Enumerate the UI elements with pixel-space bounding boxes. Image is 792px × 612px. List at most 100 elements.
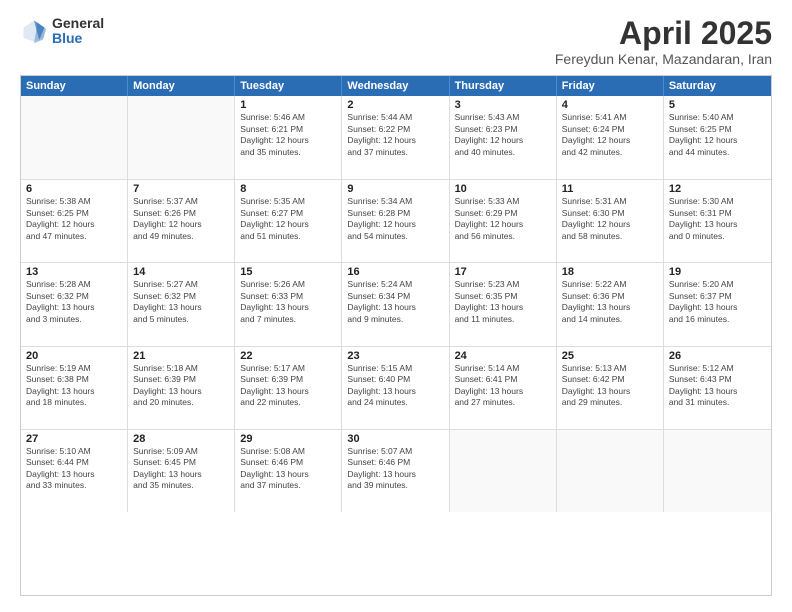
cell-info: Sunrise: 5:22 AM Sunset: 6:36 PM Dayligh… [562, 279, 658, 325]
header-day-monday: Monday [128, 76, 235, 96]
cell-info: Sunrise: 5:27 AM Sunset: 6:32 PM Dayligh… [133, 279, 229, 325]
cell-date: 5 [669, 99, 766, 111]
cell-date: 25 [562, 350, 658, 362]
cell-date: 16 [347, 266, 443, 278]
page: General Blue April 2025 Fereydun Kenar, … [0, 0, 792, 612]
title-block: April 2025 Fereydun Kenar, Mazandaran, I… [555, 16, 772, 67]
calendar-cell-16: 16Sunrise: 5:24 AM Sunset: 6:34 PM Dayli… [342, 263, 449, 345]
header-day-wednesday: Wednesday [342, 76, 449, 96]
calendar-cell-26: 26Sunrise: 5:12 AM Sunset: 6:43 PM Dayli… [664, 347, 771, 429]
header-day-friday: Friday [557, 76, 664, 96]
cell-date: 4 [562, 99, 658, 111]
cell-info: Sunrise: 5:40 AM Sunset: 6:25 PM Dayligh… [669, 112, 766, 158]
calendar-cell-17: 17Sunrise: 5:23 AM Sunset: 6:35 PM Dayli… [450, 263, 557, 345]
cell-info: Sunrise: 5:10 AM Sunset: 6:44 PM Dayligh… [26, 446, 122, 492]
calendar-cell-28: 28Sunrise: 5:09 AM Sunset: 6:45 PM Dayli… [128, 430, 235, 512]
cell-date: 19 [669, 266, 766, 278]
calendar-cell-9: 9Sunrise: 5:34 AM Sunset: 6:28 PM Daylig… [342, 180, 449, 262]
cell-date: 23 [347, 350, 443, 362]
cell-info: Sunrise: 5:23 AM Sunset: 6:35 PM Dayligh… [455, 279, 551, 325]
cell-date: 7 [133, 183, 229, 195]
calendar-cell-5: 5Sunrise: 5:40 AM Sunset: 6:25 PM Daylig… [664, 96, 771, 179]
calendar-cell-21: 21Sunrise: 5:18 AM Sunset: 6:39 PM Dayli… [128, 347, 235, 429]
cell-info: Sunrise: 5:15 AM Sunset: 6:40 PM Dayligh… [347, 363, 443, 409]
title-location: Fereydun Kenar, Mazandaran, Iran [555, 51, 772, 67]
calendar-cell-4: 4Sunrise: 5:41 AM Sunset: 6:24 PM Daylig… [557, 96, 664, 179]
cell-date: 24 [455, 350, 551, 362]
calendar-cell-14: 14Sunrise: 5:27 AM Sunset: 6:32 PM Dayli… [128, 263, 235, 345]
calendar-row: 20Sunrise: 5:19 AM Sunset: 6:38 PM Dayli… [21, 346, 771, 429]
cell-date: 10 [455, 183, 551, 195]
calendar-cell-7: 7Sunrise: 5:37 AM Sunset: 6:26 PM Daylig… [128, 180, 235, 262]
logo: General Blue [20, 16, 104, 47]
cell-info: Sunrise: 5:26 AM Sunset: 6:33 PM Dayligh… [240, 279, 336, 325]
calendar-cell-12: 12Sunrise: 5:30 AM Sunset: 6:31 PM Dayli… [664, 180, 771, 262]
calendar-cell-6: 6Sunrise: 5:38 AM Sunset: 6:25 PM Daylig… [21, 180, 128, 262]
cell-info: Sunrise: 5:28 AM Sunset: 6:32 PM Dayligh… [26, 279, 122, 325]
cell-info: Sunrise: 5:18 AM Sunset: 6:39 PM Dayligh… [133, 363, 229, 409]
cell-date: 27 [26, 433, 122, 445]
cell-info: Sunrise: 5:30 AM Sunset: 6:31 PM Dayligh… [669, 196, 766, 242]
calendar-cell-8: 8Sunrise: 5:35 AM Sunset: 6:27 PM Daylig… [235, 180, 342, 262]
calendar-cell-20: 20Sunrise: 5:19 AM Sunset: 6:38 PM Dayli… [21, 347, 128, 429]
cell-date: 14 [133, 266, 229, 278]
cell-info: Sunrise: 5:41 AM Sunset: 6:24 PM Dayligh… [562, 112, 658, 158]
header-day-thursday: Thursday [450, 76, 557, 96]
calendar-cell-27: 27Sunrise: 5:10 AM Sunset: 6:44 PM Dayli… [21, 430, 128, 512]
logo-blue: Blue [52, 31, 104, 46]
title-month: April 2025 [555, 16, 772, 51]
calendar: SundayMondayTuesdayWednesdayThursdayFrid… [20, 75, 772, 596]
cell-info: Sunrise: 5:07 AM Sunset: 6:46 PM Dayligh… [347, 446, 443, 492]
cell-info: Sunrise: 5:34 AM Sunset: 6:28 PM Dayligh… [347, 196, 443, 242]
empty-cell [128, 96, 235, 179]
cell-date: 12 [669, 183, 766, 195]
cell-info: Sunrise: 5:14 AM Sunset: 6:41 PM Dayligh… [455, 363, 551, 409]
cell-info: Sunrise: 5:35 AM Sunset: 6:27 PM Dayligh… [240, 196, 336, 242]
calendar-cell-19: 19Sunrise: 5:20 AM Sunset: 6:37 PM Dayli… [664, 263, 771, 345]
cell-info: Sunrise: 5:20 AM Sunset: 6:37 PM Dayligh… [669, 279, 766, 325]
calendar-cell-24: 24Sunrise: 5:14 AM Sunset: 6:41 PM Dayli… [450, 347, 557, 429]
header: General Blue April 2025 Fereydun Kenar, … [20, 16, 772, 67]
cell-info: Sunrise: 5:31 AM Sunset: 6:30 PM Dayligh… [562, 196, 658, 242]
cell-info: Sunrise: 5:37 AM Sunset: 6:26 PM Dayligh… [133, 196, 229, 242]
header-day-tuesday: Tuesday [235, 76, 342, 96]
cell-info: Sunrise: 5:43 AM Sunset: 6:23 PM Dayligh… [455, 112, 551, 158]
calendar-cell-10: 10Sunrise: 5:33 AM Sunset: 6:29 PM Dayli… [450, 180, 557, 262]
cell-date: 13 [26, 266, 122, 278]
cell-date: 29 [240, 433, 336, 445]
cell-info: Sunrise: 5:44 AM Sunset: 6:22 PM Dayligh… [347, 112, 443, 158]
cell-info: Sunrise: 5:08 AM Sunset: 6:46 PM Dayligh… [240, 446, 336, 492]
cell-date: 6 [26, 183, 122, 195]
calendar-cell-30: 30Sunrise: 5:07 AM Sunset: 6:46 PM Dayli… [342, 430, 449, 512]
calendar-cell-2: 2Sunrise: 5:44 AM Sunset: 6:22 PM Daylig… [342, 96, 449, 179]
empty-cell [450, 430, 557, 512]
cell-date: 26 [669, 350, 766, 362]
cell-date: 28 [133, 433, 229, 445]
calendar-cell-18: 18Sunrise: 5:22 AM Sunset: 6:36 PM Dayli… [557, 263, 664, 345]
header-day-sunday: Sunday [21, 76, 128, 96]
cell-info: Sunrise: 5:33 AM Sunset: 6:29 PM Dayligh… [455, 196, 551, 242]
cell-info: Sunrise: 5:12 AM Sunset: 6:43 PM Dayligh… [669, 363, 766, 409]
calendar-body: 1Sunrise: 5:46 AM Sunset: 6:21 PM Daylig… [21, 96, 771, 595]
cell-date: 2 [347, 99, 443, 111]
cell-date: 15 [240, 266, 336, 278]
cell-info: Sunrise: 5:13 AM Sunset: 6:42 PM Dayligh… [562, 363, 658, 409]
calendar-cell-13: 13Sunrise: 5:28 AM Sunset: 6:32 PM Dayli… [21, 263, 128, 345]
logo-general: General [52, 16, 104, 31]
calendar-cell-15: 15Sunrise: 5:26 AM Sunset: 6:33 PM Dayli… [235, 263, 342, 345]
logo-icon [20, 17, 48, 45]
cell-info: Sunrise: 5:17 AM Sunset: 6:39 PM Dayligh… [240, 363, 336, 409]
cell-date: 3 [455, 99, 551, 111]
header-day-saturday: Saturday [664, 76, 771, 96]
calendar-cell-11: 11Sunrise: 5:31 AM Sunset: 6:30 PM Dayli… [557, 180, 664, 262]
cell-date: 9 [347, 183, 443, 195]
cell-info: Sunrise: 5:19 AM Sunset: 6:38 PM Dayligh… [26, 363, 122, 409]
calendar-cell-3: 3Sunrise: 5:43 AM Sunset: 6:23 PM Daylig… [450, 96, 557, 179]
empty-cell [21, 96, 128, 179]
cell-date: 21 [133, 350, 229, 362]
cell-date: 20 [26, 350, 122, 362]
cell-date: 11 [562, 183, 658, 195]
cell-date: 1 [240, 99, 336, 111]
calendar-cell-22: 22Sunrise: 5:17 AM Sunset: 6:39 PM Dayli… [235, 347, 342, 429]
cell-date: 17 [455, 266, 551, 278]
